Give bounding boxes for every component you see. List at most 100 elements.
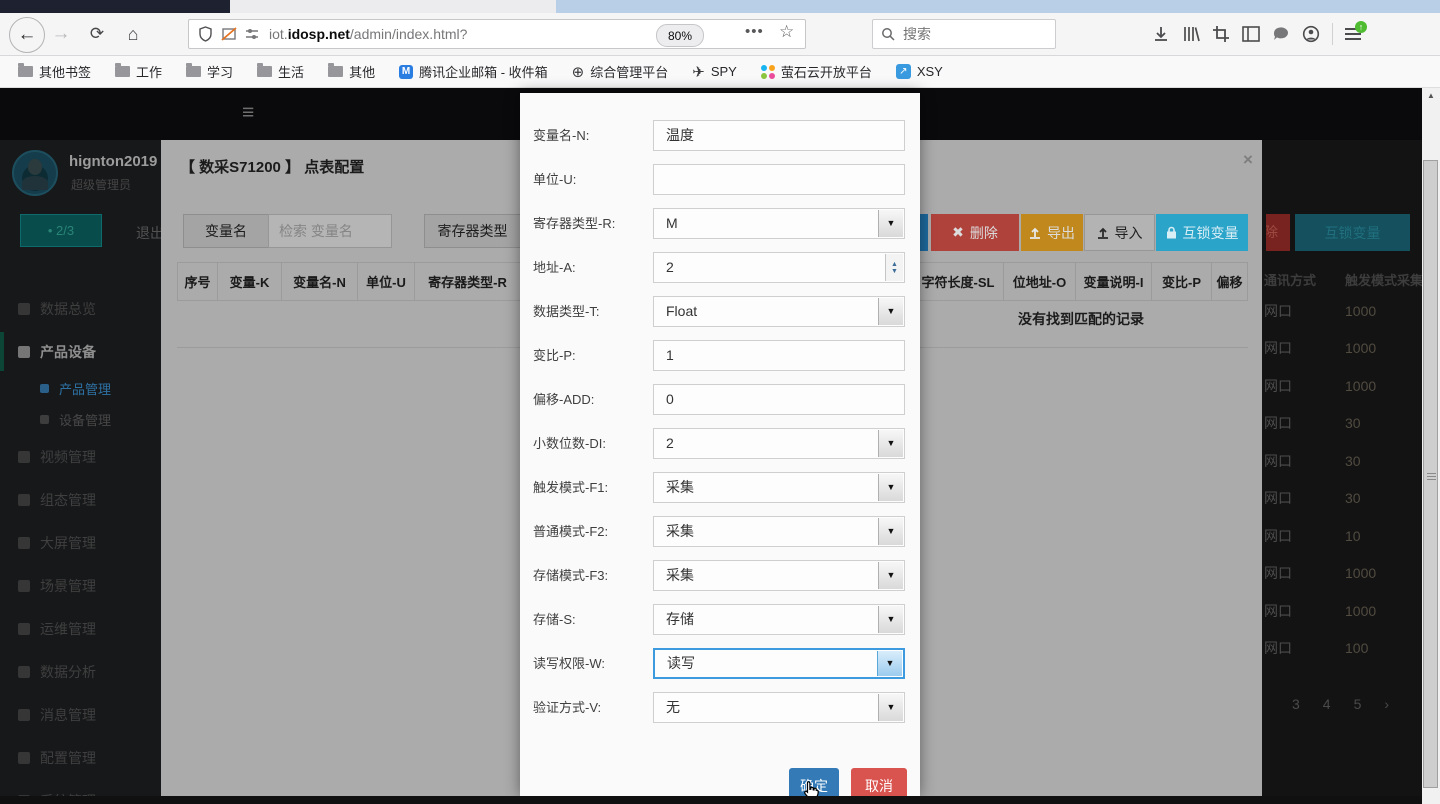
zoom-level-badge[interactable]: 80% <box>656 24 704 47</box>
field-control[interactable]: 2▼ <box>653 428 905 459</box>
bookmark-item[interactable]: 工作 <box>115 62 162 81</box>
scrollbar-thumb[interactable] <box>1423 160 1438 788</box>
bookmark-item[interactable]: 其他书签 <box>18 62 91 81</box>
table-row[interactable]: 网口 1000 <box>1262 292 1422 330</box>
sidebar-menu-item[interactable]: 大屏管理 <box>0 521 161 564</box>
field-control[interactable]: 2▲▼ <box>653 252 905 283</box>
table-row[interactable]: 网口 100 <box>1262 630 1422 668</box>
screenshot-icon[interactable] <box>1212 25 1230 43</box>
bookmark-item[interactable]: M 腾讯企业邮箱 - 收件箱 <box>399 62 548 81</box>
active-tab[interactable] <box>0 0 230 13</box>
bookmark-item[interactable]: ✈ SPY <box>692 63 737 81</box>
logout-link[interactable]: 退出 <box>136 223 161 243</box>
filter-search-input[interactable]: 检索 变量名 <box>268 214 392 248</box>
shield-icon[interactable] <box>198 26 213 42</box>
library-icon[interactable] <box>1182 25 1200 43</box>
sidebar-menu-item[interactable]: 消息管理 <box>0 693 161 736</box>
bookmark-star-icon[interactable]: ☆ <box>779 22 794 42</box>
import-button[interactable]: 导入 <box>1084 214 1155 251</box>
reload-button[interactable]: ⟳ <box>86 23 108 45</box>
field-control[interactable]: 采集▼ <box>653 516 905 547</box>
bookmark-item[interactable]: ↗ XSY <box>896 64 943 79</box>
column-header[interactable]: 偏移 <box>1212 263 1248 300</box>
column-header[interactable]: 单位-U <box>358 263 415 300</box>
table-row[interactable]: 网口 1000 <box>1262 555 1422 593</box>
field-control[interactable]: 无▼ <box>653 692 905 723</box>
horizontal-scrollbar[interactable] <box>0 796 1422 804</box>
bookmark-item[interactable]: 萤石云开放平台 <box>761 62 872 81</box>
table-row[interactable]: 网口 30 <box>1262 405 1422 443</box>
sidebar-menu-item[interactable]: 运维管理 <box>0 607 161 650</box>
sidebar-toggle-icon[interactable] <box>1242 26 1260 42</box>
field-control[interactable]: 采集▼ <box>653 472 905 503</box>
field-control[interactable]: 1 <box>653 340 905 371</box>
sidebar-menu-item[interactable]: 配置管理 <box>0 736 161 779</box>
table-row[interactable]: 网口 1000 <box>1262 367 1422 405</box>
bookmark-item[interactable]: ⊕ 综合管理平台 <box>572 62 669 81</box>
user-avatar[interactable] <box>12 150 58 196</box>
sidebar-menu-item[interactable]: 产品管理 <box>0 373 161 404</box>
dropdown-arrow-icon[interactable]: ▼ <box>878 562 903 589</box>
page-number[interactable]: › <box>1384 696 1389 712</box>
column-header[interactable]: 位地址-O <box>1004 263 1076 300</box>
home-button[interactable]: ⌂ <box>122 23 144 45</box>
field-control[interactable]: 读写▼ <box>653 648 905 679</box>
field-control[interactable] <box>653 164 905 195</box>
page-number[interactable]: 4 <box>1323 696 1331 712</box>
page-actions-icon[interactable]: ••• <box>745 23 764 40</box>
sidebar-collapse-icon[interactable]: ≡ <box>242 101 254 125</box>
dropdown-arrow-icon[interactable]: ▼ <box>878 430 903 457</box>
field-control[interactable]: 0 <box>653 384 905 415</box>
column-header[interactable]: 寄存器类型-R <box>415 263 521 300</box>
forward-button[interactable]: → <box>50 24 72 44</box>
bookmark-item[interactable]: 学习 <box>186 62 233 81</box>
download-icon[interactable] <box>1152 25 1170 43</box>
dropdown-arrow-icon[interactable]: ▼ <box>878 694 903 721</box>
table-row[interactable]: 网口 1000 <box>1262 592 1422 630</box>
url-bar[interactable]: iot.idosp.net/admin/index.html? 80% ••• … <box>188 19 806 49</box>
filter-field-button[interactable]: 变量名 <box>183 214 269 248</box>
search-input[interactable] <box>901 25 1035 43</box>
dropdown-arrow-icon[interactable]: ▼ <box>878 210 903 237</box>
column-header[interactable]: 字符长度-SL <box>912 263 1004 300</box>
column-header[interactable]: 序号 <box>177 263 218 300</box>
profile-button[interactable]: • 2/3 <box>20 214 102 247</box>
vertical-scrollbar[interactable]: ▲ <box>1422 88 1440 804</box>
dropdown-arrow-icon[interactable]: ▼ <box>878 474 903 501</box>
base-interlock-button[interactable]: 互锁变量 <box>1295 214 1410 251</box>
field-control[interactable]: 采集▼ <box>653 560 905 591</box>
bookmark-item[interactable]: 生活 <box>257 62 304 81</box>
bookmark-item[interactable]: 其他 <box>328 62 375 81</box>
account-icon[interactable] <box>1302 25 1320 43</box>
sidebar-menu-item[interactable]: 视频管理 <box>0 435 161 478</box>
permissions-icon[interactable] <box>245 28 259 40</box>
sidebar-menu-item[interactable]: 数据总览 <box>0 287 161 330</box>
field-control[interactable]: 存储▼ <box>653 604 905 635</box>
column-header[interactable]: 变量说明-I <box>1076 263 1152 300</box>
back-button[interactable]: ← <box>9 17 45 53</box>
dropdown-arrow-icon[interactable]: ▼ <box>878 298 903 325</box>
table-row[interactable]: 网口 30 <box>1262 480 1422 518</box>
interlock-button[interactable]: 互锁变量 <box>1156 214 1248 251</box>
dropdown-arrow-icon[interactable]: ▼ <box>877 651 902 676</box>
images-blocked-icon[interactable] <box>221 27 237 41</box>
export-button[interactable]: 导出 <box>1021 214 1083 251</box>
dropdown-arrow-icon[interactable]: ▼ <box>878 606 903 633</box>
sidebar-menu-item[interactable]: 场景管理 <box>0 564 161 607</box>
sidebar-menu-item[interactable]: 产品设备 <box>0 330 161 373</box>
sidebar-menu-item[interactable]: 设备管理 <box>0 404 161 435</box>
table-row[interactable]: 网口 10 <box>1262 517 1422 555</box>
menu-icon[interactable]: ↑ <box>1345 28 1361 40</box>
page-number[interactable]: 3 <box>1292 696 1300 712</box>
dropdown-arrow-icon[interactable]: ▼ <box>878 518 903 545</box>
close-icon[interactable]: × <box>1243 150 1253 170</box>
table-row[interactable]: 网口 1000 <box>1262 330 1422 368</box>
scroll-up-arrow[interactable]: ▲ <box>1422 88 1440 104</box>
column-header[interactable]: 变量名-N <box>282 263 358 300</box>
field-control[interactable]: Float▼ <box>653 296 905 327</box>
sidebar-menu-item[interactable]: 组态管理 <box>0 478 161 521</box>
column-header[interactable]: 变比-P <box>1152 263 1212 300</box>
delete-button[interactable]: ✖删除 <box>931 214 1019 251</box>
field-control[interactable]: 温度 <box>653 120 905 151</box>
page-number[interactable]: 5 <box>1354 696 1362 712</box>
